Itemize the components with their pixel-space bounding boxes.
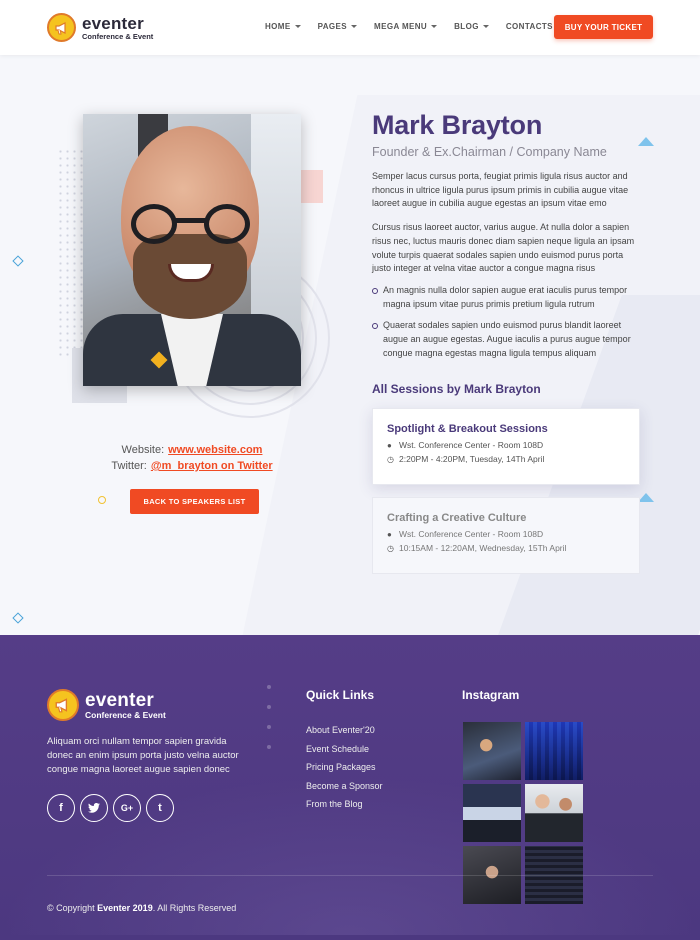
- bio-bullet: Quaerat sodales sapien undo euismod puru…: [372, 319, 642, 360]
- chevron-down-icon: [351, 25, 358, 28]
- time-text: 10:15AM - 12:20AM, Wednesday, 15Th April: [399, 543, 567, 554]
- instagram-photo[interactable]: [463, 722, 521, 780]
- circle-icon: [98, 496, 106, 504]
- session-location: ● Wst. Conference Center - Room 108D: [387, 440, 625, 450]
- bullet-icon: [372, 287, 378, 294]
- clock-icon: ◷: [387, 454, 394, 464]
- speaker-bio-paragraph: Semper lacus cursus porta, feugiat primi…: [372, 171, 629, 209]
- instagram-photo[interactable]: [525, 784, 583, 842]
- nav-label: MEGA MENU: [374, 22, 428, 31]
- main-nav: HOME PAGES MEGA MENU BLOG CONTACTS: [265, 22, 580, 31]
- quick-link[interactable]: Pricing Packages: [306, 758, 383, 777]
- footer-divider: [47, 875, 653, 876]
- nav-item-home[interactable]: HOME: [265, 22, 301, 31]
- site-logo[interactable]: eventer Conference & Event: [47, 13, 153, 42]
- brand-name: eventer: [82, 13, 144, 33]
- bio-bullet: An magnis nulla dolor sapien augue erat …: [372, 284, 642, 311]
- speaker-role: Founder & Ex.Chairman / Company Name: [372, 145, 607, 159]
- facebook-icon[interactable]: f: [47, 794, 75, 822]
- website-label: Website:: [121, 444, 165, 456]
- quick-link[interactable]: Become a Sponsor: [306, 777, 383, 796]
- tumblr-icon[interactable]: t: [146, 794, 174, 822]
- site-footer: eventer Conference & Event Aliquam orci …: [0, 635, 700, 940]
- bullet-icon: [372, 323, 378, 330]
- speaker-photo: [83, 114, 301, 386]
- session-card[interactable]: Spotlight & Breakout Sessions ● Wst. Conf…: [372, 408, 640, 486]
- nav-label: HOME: [265, 22, 291, 31]
- sessions-heading: All Sessions by Mark Brayton: [372, 382, 541, 397]
- bullet-text: Quaerat sodales sapien undo euismod puru…: [383, 320, 631, 358]
- nav-item-pages[interactable]: PAGES: [317, 22, 358, 31]
- back-to-speakers-button[interactable]: BACK TO SPEAKERS LIST: [130, 489, 259, 514]
- site-header: eventer Conference & Event HOME PAGES ME…: [0, 0, 700, 55]
- decorative-dot: [267, 685, 271, 689]
- map-marker-icon: ●: [387, 529, 392, 539]
- google-plus-icon[interactable]: G+: [113, 794, 141, 822]
- website-link[interactable]: www.website.com: [168, 444, 262, 456]
- quick-links-heading: Quick Links: [306, 688, 375, 702]
- nav-label: PAGES: [317, 22, 348, 31]
- twitter-label: Twitter:: [111, 460, 147, 472]
- footer-description: Aliquam orci nullam tempor sapien gravid…: [47, 736, 239, 775]
- time-text: 2:20PM - 4:20PM, Tuesday, 14Th April: [399, 454, 545, 465]
- nav-item-blog[interactable]: BLOG: [454, 22, 489, 31]
- megaphone-icon: [47, 13, 76, 42]
- brand-tagline: Conference & Event: [85, 709, 166, 720]
- copyright-text: © Copyright Eventer 2019. All Rights Res…: [47, 903, 236, 913]
- buy-ticket-button[interactable]: BUY YOUR TICKET: [554, 15, 653, 39]
- footer-logo[interactable]: eventer Conference & Event: [47, 689, 166, 721]
- chevron-down-icon: [482, 25, 489, 28]
- location-text: Wst. Conference Center - Room 108D: [399, 529, 544, 540]
- location-text: Wst. Conference Center - Room 108D: [399, 440, 544, 451]
- session-location: ● Wst. Conference Center - Room 108D: [387, 529, 625, 539]
- speaker-name: Mark Brayton: [372, 110, 543, 140]
- copyright-brand: Eventer 2019: [97, 903, 153, 913]
- brand-name: eventer: [85, 689, 154, 711]
- copyright-suffix: . All Rights Reserved: [152, 903, 237, 913]
- copyright-prefix: © Copyright: [47, 903, 98, 913]
- brand-tagline: Conference & Event: [82, 31, 154, 41]
- instagram-heading: Instagram: [462, 688, 520, 702]
- chevron-down-icon: [431, 25, 438, 28]
- twitter-link[interactable]: @m_brayton on Twitter: [151, 460, 273, 472]
- session-time: ◷ 10:15AM - 12:20AM, Wednesday, 15Th Apri…: [387, 543, 625, 553]
- chevron-down-icon: [294, 25, 301, 28]
- quick-links-list: About Eventer'20 Event Schedule Pricing …: [306, 721, 383, 814]
- decorative-dot: [267, 705, 271, 709]
- nav-item-mega-menu[interactable]: MEGA MENU: [374, 22, 438, 31]
- speaker-bio-paragraph: Cursus risus laoreet auctor, varius augu…: [372, 222, 635, 274]
- quick-link[interactable]: Event Schedule: [306, 740, 383, 759]
- nav-label: BLOG: [454, 22, 479, 31]
- megaphone-icon: [47, 689, 79, 721]
- clock-icon: ◷: [387, 543, 394, 553]
- social-links: f G+ t: [47, 794, 179, 822]
- session-title: Crafting a Creative Culture: [387, 512, 527, 525]
- session-card[interactable]: Crafting a Creative Culture ● Wst. Confer…: [372, 497, 640, 575]
- decorative-dot: [267, 745, 271, 749]
- speaker-details: Mark Brayton Founder & Ex.Chairman / Com…: [372, 110, 642, 575]
- quick-link[interactable]: About Eventer'20: [306, 721, 383, 740]
- decorative-dot: [267, 725, 271, 729]
- instagram-photo[interactable]: [463, 784, 521, 842]
- speaker-contact: Website: www.website.com Twitter: @m_brayt…: [83, 442, 301, 474]
- session-time: ◷ 2:20PM - 4:20PM, Tuesday, 14Th April: [387, 454, 625, 464]
- instagram-photo[interactable]: [525, 722, 583, 780]
- bullet-text: An magnis nulla dolor sapien augue erat …: [383, 284, 628, 309]
- nav-label: CONTACTS: [505, 22, 553, 31]
- twitter-icon[interactable]: [80, 794, 108, 822]
- instagram-grid: [463, 722, 646, 908]
- session-title: Spotlight & Breakout Sessions: [387, 423, 548, 436]
- quick-link[interactable]: From the Blog: [306, 795, 383, 814]
- map-marker-icon: ●: [387, 440, 392, 450]
